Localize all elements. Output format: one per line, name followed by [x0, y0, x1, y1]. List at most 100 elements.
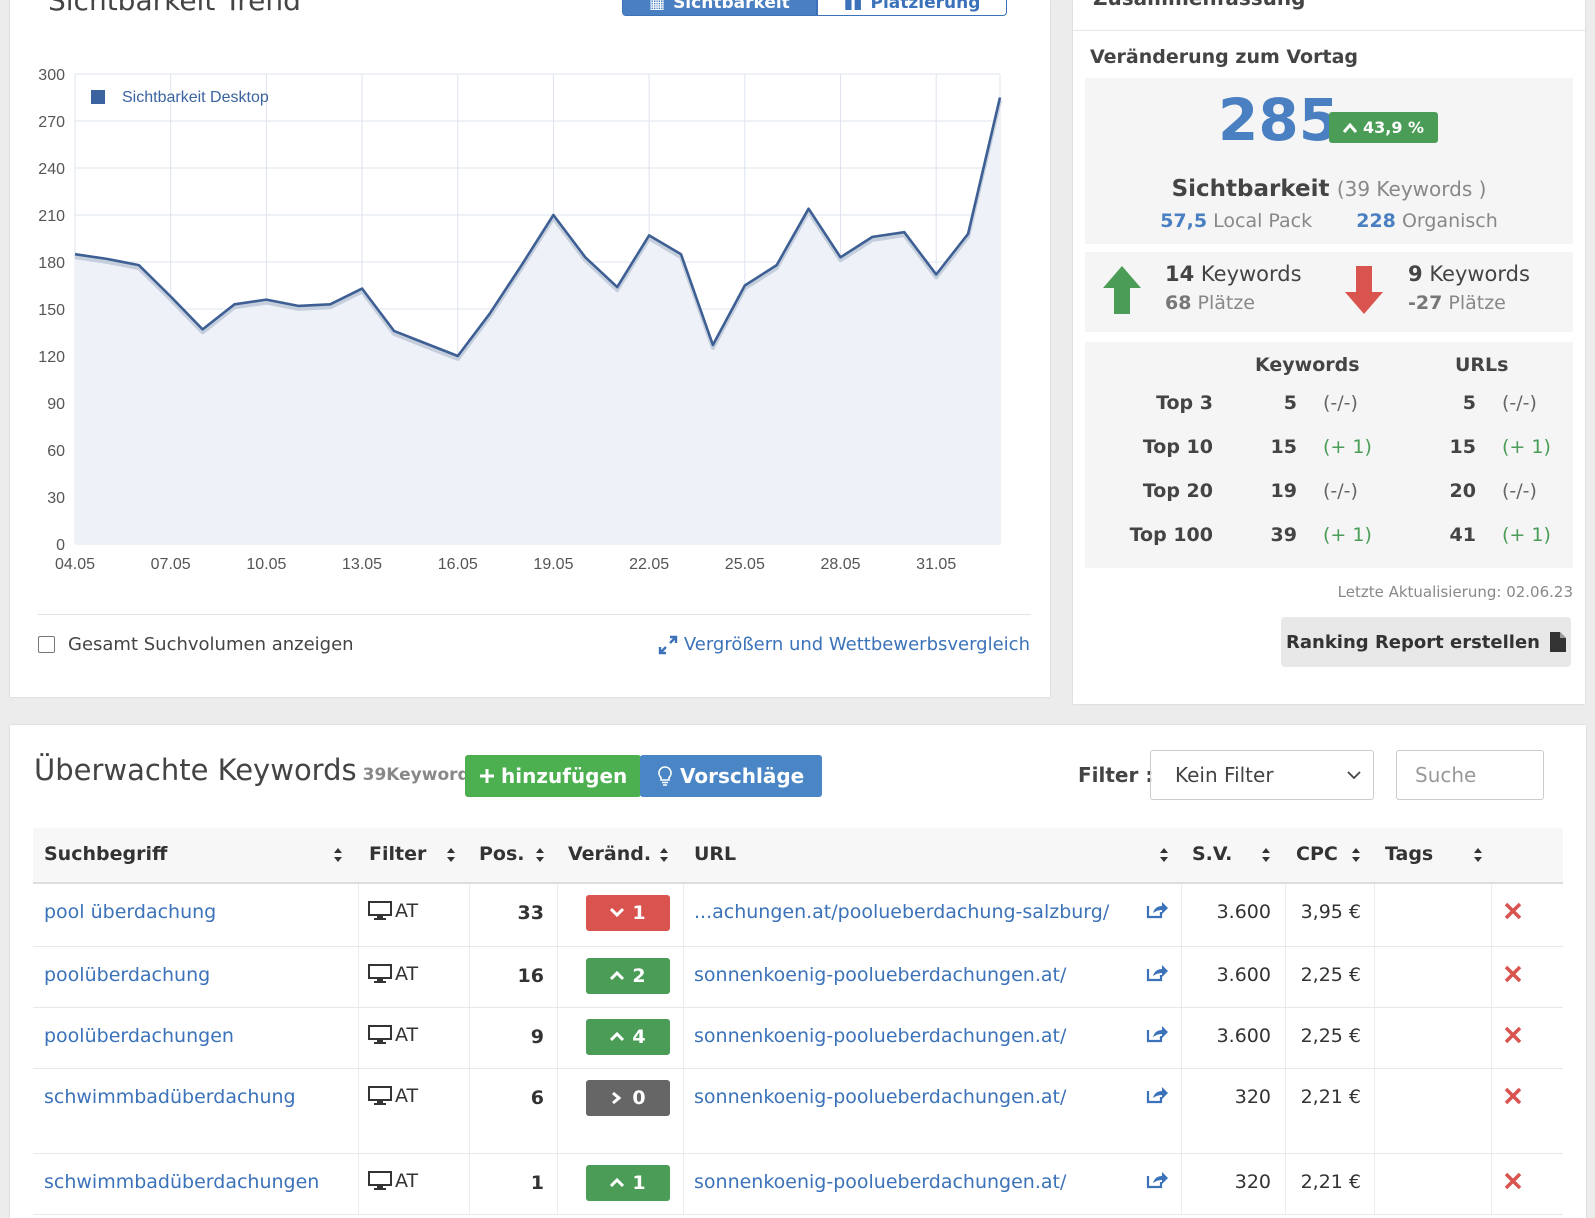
top-rank-keywords-delta: (+ 1) — [1323, 524, 1372, 546]
keyword-filter: AT — [368, 1170, 418, 1192]
lightbulb-icon — [658, 766, 672, 786]
keyword-cpc: 2,21 € — [1300, 1086, 1361, 1108]
local-pack-value: 57,5 — [1160, 210, 1208, 232]
trend-panel: Sichtbarkeit Trend ▦ Sichtbarkeit ▮▮ Pla… — [10, 0, 1050, 697]
external-link-icon[interactable] — [1145, 1024, 1169, 1044]
keyword-filter: AT — [368, 1085, 418, 1107]
col-cpc[interactable]: CPC — [1296, 843, 1338, 865]
keyword-filter-value: AT — [395, 900, 419, 922]
sort-icon[interactable] — [1351, 847, 1361, 863]
top-rank-keywords: 15 — [1270, 436, 1297, 458]
sort-icon[interactable] — [1159, 847, 1169, 863]
keyword-search-volume: 320 — [1234, 1086, 1271, 1108]
sort-icon[interactable] — [659, 847, 669, 863]
keyword-url[interactable]: sonnenkoenig-poolueberdachungen.at/ — [694, 964, 1066, 986]
search-placeholder: Suche — [1415, 763, 1477, 787]
keyword-link[interactable]: schwimmbadüberdachung — [44, 1086, 296, 1108]
keyword-position: 1 — [530, 1172, 544, 1194]
enlarge-label: Vergrößern und Wettbewerbsvergleich — [683, 634, 1030, 655]
x-tick-label: 10.05 — [246, 556, 286, 573]
top-rank-urls-delta: (-/-) — [1502, 392, 1537, 414]
arrow-up-icon — [1103, 266, 1141, 314]
keyword-link[interactable]: schwimmbadüberdachungen — [44, 1171, 319, 1193]
x-tick-label: 16.05 — [438, 556, 478, 573]
ranking-report-button[interactable]: Ranking Report erstellen — [1281, 617, 1571, 667]
up-keywords-label: Keywords — [1200, 262, 1302, 286]
show-volume-toggle[interactable]: Gesamt Suchvolumen anzeigen — [38, 634, 354, 655]
visibility-breakdown: 57,5 Local Pack 228 Organisch — [1085, 210, 1573, 232]
keyword-url[interactable]: sonnenkoenig-poolueberdachungen.at/ — [694, 1025, 1066, 1047]
keywords-table: Suchbegriff Filter Pos. Veränd. URL S.V.… — [33, 828, 1563, 1215]
sort-icon[interactable] — [1473, 847, 1483, 863]
top-rank-urls: 5 — [1462, 392, 1476, 414]
desktop-icon — [368, 1171, 392, 1190]
suggestions-button[interactable]: Vorschläge — [640, 755, 823, 797]
keyword-cpc: 2,25 € — [1300, 964, 1361, 986]
delete-icon[interactable] — [1504, 1026, 1522, 1044]
keyword-url[interactable]: ...achungen.at/poolueberdachung-salzburg… — [694, 901, 1109, 923]
keyword-url[interactable]: sonnenkoenig-poolueberdachungen.at/ — [694, 1086, 1066, 1108]
delete-icon[interactable] — [1504, 902, 1522, 920]
keywords-count: (39 Keywords ) — [1336, 177, 1487, 201]
col-sv[interactable]: S.V. — [1192, 843, 1232, 865]
up-places-value: 68 — [1165, 292, 1192, 314]
table-row: schwimmbadüberdachung AT 6 0 sonnenkoenig-po… — [33, 1069, 1563, 1154]
keyword-change-badge: 1 — [586, 1165, 670, 1201]
external-link-icon[interactable] — [1145, 900, 1169, 920]
sort-icon[interactable] — [446, 847, 456, 863]
x-tick-label: 04.05 — [55, 556, 95, 573]
sort-icon[interactable] — [333, 847, 343, 863]
keywords-panel: Überwachte Keywords 39Keywords hinzufügen… — [10, 725, 1586, 1218]
col-filter[interactable]: Filter — [369, 843, 426, 865]
delete-icon[interactable] — [1504, 1172, 1522, 1190]
keyword-filter: AT — [368, 1024, 418, 1046]
filter-select[interactable]: Kein Filter — [1150, 750, 1374, 800]
external-link-icon[interactable] — [1145, 1085, 1169, 1105]
keywords-down: 9 Keywords -27 Plätze — [1408, 262, 1530, 314]
show-volume-checkbox[interactable] — [38, 636, 55, 653]
chevron-right-icon — [612, 1092, 622, 1104]
plus-icon — [480, 769, 494, 783]
add-keyword-button[interactable]: hinzufügen — [465, 755, 642, 797]
col-url[interactable]: URL — [694, 843, 736, 865]
y-tick-label: 180 — [38, 255, 65, 272]
movement-box: 14 Keywords 68 Plätze 9 Keywords -27 Plä… — [1085, 252, 1573, 332]
search-input[interactable]: Suche — [1396, 750, 1544, 800]
keyword-link[interactable]: pool überdachung — [44, 901, 216, 923]
keyword-url[interactable]: sonnenkoenig-poolueberdachungen.at/ — [694, 1171, 1066, 1193]
y-tick-label: 240 — [38, 161, 65, 178]
keyword-link[interactable]: poolüberdachungen — [44, 1025, 234, 1047]
sort-icon[interactable] — [535, 847, 545, 863]
down-keywords-value: 9 — [1408, 262, 1423, 286]
delete-icon[interactable] — [1504, 1087, 1522, 1105]
keyword-search-volume: 3.600 — [1216, 1025, 1271, 1047]
keyword-filter-value: AT — [395, 1170, 419, 1192]
down-places-value: -27 — [1408, 292, 1443, 314]
keyword-link[interactable]: poolüberdachung — [44, 964, 210, 986]
divider — [1073, 30, 1585, 31]
col-pos[interactable]: Pos. — [479, 843, 525, 865]
keyword-search-volume: 3.600 — [1216, 964, 1271, 986]
y-tick-label: 60 — [47, 443, 65, 460]
keyword-search-volume: 320 — [1234, 1171, 1271, 1193]
delete-icon[interactable] — [1504, 965, 1522, 983]
external-link-icon[interactable] — [1145, 963, 1169, 983]
external-link-icon[interactable] — [1145, 1170, 1169, 1190]
col-change[interactable]: Veränd. — [568, 843, 651, 865]
enlarge-link[interactable]: Vergrößern und Wettbewerbsvergleich — [658, 634, 1030, 655]
col-term[interactable]: Suchbegriff — [44, 843, 167, 865]
keyword-change-value: 4 — [632, 1026, 646, 1048]
y-tick-label: 300 — [38, 67, 65, 84]
keyword-cpc: 2,25 € — [1300, 1025, 1361, 1047]
x-tick-label: 28.05 — [820, 556, 860, 573]
expand-icon — [658, 635, 678, 654]
summary-subtitle: Veränderung zum Vortag — [1090, 46, 1358, 68]
top-rank-urls: 15 — [1449, 436, 1476, 458]
top-rank-urls: 20 — [1449, 480, 1476, 502]
col-tags[interactable]: Tags — [1385, 843, 1433, 865]
sort-icon[interactable] — [1261, 847, 1271, 863]
keyword-filter-value: AT — [395, 1085, 419, 1107]
keyword-change-badge: 4 — [586, 1019, 670, 1055]
x-tick-label: 25.05 — [725, 556, 765, 573]
summary-panel: Zusammenfassung Veränderung zum Vortag 2… — [1073, 0, 1585, 704]
